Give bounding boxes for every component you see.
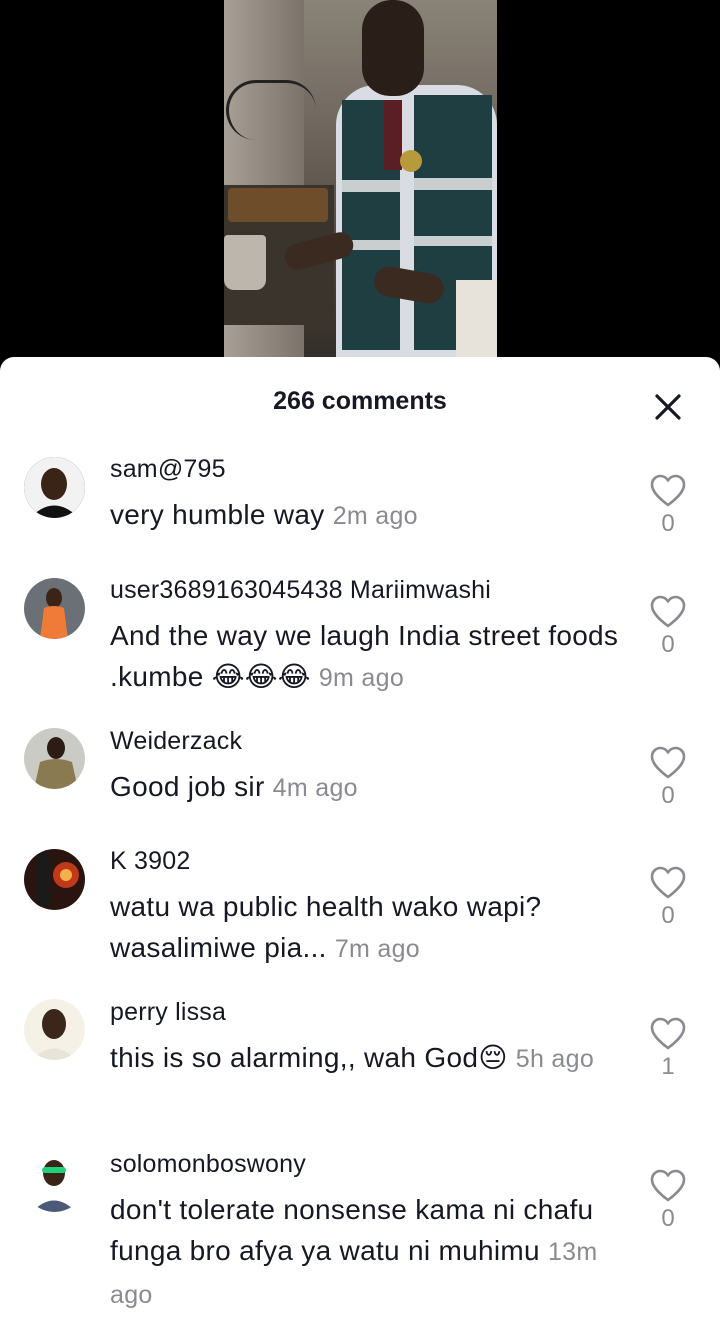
like-button[interactable]: 1 bbox=[646, 1017, 690, 1081]
avatar-image bbox=[24, 728, 85, 789]
like-count: 0 bbox=[661, 1205, 675, 1232]
comments-sheet: 266 comments sam@795 very humble way 2m … bbox=[0, 357, 720, 1342]
avatar[interactable] bbox=[24, 728, 85, 789]
like-count: 0 bbox=[661, 902, 675, 929]
comment-username[interactable]: K 3902 bbox=[110, 846, 620, 876]
like-count: 1 bbox=[661, 1053, 675, 1080]
comment-time: 4m ago bbox=[272, 774, 358, 802]
avatar-image bbox=[24, 1151, 85, 1212]
avatar-image bbox=[24, 457, 85, 518]
like-button[interactable]: 0 bbox=[646, 1169, 690, 1233]
comment-time: 2m ago bbox=[332, 502, 418, 530]
avatar-image bbox=[24, 578, 85, 639]
like-button[interactable]: 0 bbox=[646, 866, 690, 930]
comments-header: 266 comments bbox=[0, 357, 720, 447]
avatar[interactable] bbox=[24, 1151, 85, 1212]
comment-body: Weiderzack Good job sir 4m ago bbox=[110, 726, 620, 809]
comment-count: 266 comments bbox=[273, 387, 447, 415]
like-button[interactable]: 0 bbox=[646, 595, 690, 659]
comment-body: K 3902 watu wa public health wako wapi? … bbox=[110, 846, 620, 970]
video-bowl bbox=[224, 235, 266, 290]
video-cable bbox=[226, 80, 316, 140]
heart-icon bbox=[650, 1017, 686, 1050]
comment-body: perry lissa this is so alarming,, wah Go… bbox=[110, 997, 620, 1080]
close-button[interactable] bbox=[646, 385, 690, 429]
comment-body: solomonboswony don't tolerate nonsense k… bbox=[110, 1149, 620, 1316]
like-button[interactable]: 0 bbox=[646, 746, 690, 810]
comment-username[interactable]: solomonboswony bbox=[110, 1149, 620, 1179]
comment-text: this is so alarming,, wah God😔 5h ago bbox=[110, 1037, 620, 1080]
video-fryer-oil bbox=[228, 188, 328, 222]
video-vest-stripe bbox=[414, 236, 492, 246]
comment-username[interactable]: sam@795 bbox=[110, 454, 620, 484]
comment-time: 5h ago bbox=[515, 1045, 595, 1073]
avatar[interactable] bbox=[24, 457, 85, 518]
avatar[interactable] bbox=[24, 849, 85, 910]
avatar[interactable] bbox=[24, 999, 85, 1060]
avatar[interactable] bbox=[24, 578, 85, 639]
heart-icon bbox=[650, 595, 686, 628]
comment-text-content: very humble way bbox=[110, 499, 325, 530]
comment-time: 9m ago bbox=[318, 664, 405, 692]
comment-text: watu wa public health wako wapi? wasalim… bbox=[110, 886, 620, 970]
comment-text: Good job sir 4m ago bbox=[110, 766, 620, 809]
close-icon bbox=[655, 394, 681, 420]
comment-username[interactable]: user3689163045438 Mariimwashi bbox=[110, 575, 620, 605]
comment-time: 7m ago bbox=[334, 935, 421, 963]
comment-text: very humble way 2m ago bbox=[110, 494, 620, 537]
video-player[interactable] bbox=[0, 0, 720, 372]
heart-icon bbox=[650, 1169, 686, 1202]
like-count: 0 bbox=[661, 782, 675, 809]
comment-text: And the way we laugh India street foods … bbox=[110, 615, 620, 699]
comment-text: don't tolerate nonsense kama ni chafu fu… bbox=[110, 1189, 620, 1316]
like-count: 0 bbox=[661, 510, 675, 537]
heart-icon bbox=[650, 866, 686, 899]
comment-body: user3689163045438 Mariimwashi And the wa… bbox=[110, 575, 620, 699]
comment-body: sam@795 very humble way 2m ago bbox=[110, 454, 620, 537]
heart-icon bbox=[650, 474, 686, 507]
comment-text-content: watu wa public health wako wapi? wasalim… bbox=[110, 891, 542, 963]
heart-icon bbox=[650, 746, 686, 779]
comment-text-content: Good job sir bbox=[110, 771, 265, 802]
video-vest-stripe bbox=[342, 180, 400, 192]
video-vest-stripe bbox=[414, 178, 492, 190]
like-button[interactable]: 0 bbox=[646, 474, 690, 538]
video-frame bbox=[224, 0, 497, 372]
avatar-image bbox=[24, 849, 85, 910]
video-badge bbox=[400, 150, 422, 172]
comment-text-content: don't tolerate nonsense kama ni chafu fu… bbox=[110, 1194, 594, 1266]
comment-text-content: this is so alarming,, wah God😔 bbox=[110, 1042, 508, 1073]
avatar-image bbox=[24, 999, 85, 1060]
video-person-head bbox=[362, 0, 424, 96]
like-count: 0 bbox=[661, 631, 675, 658]
comment-username[interactable]: perry lissa bbox=[110, 997, 620, 1027]
comment-username[interactable]: Weiderzack bbox=[110, 726, 620, 756]
